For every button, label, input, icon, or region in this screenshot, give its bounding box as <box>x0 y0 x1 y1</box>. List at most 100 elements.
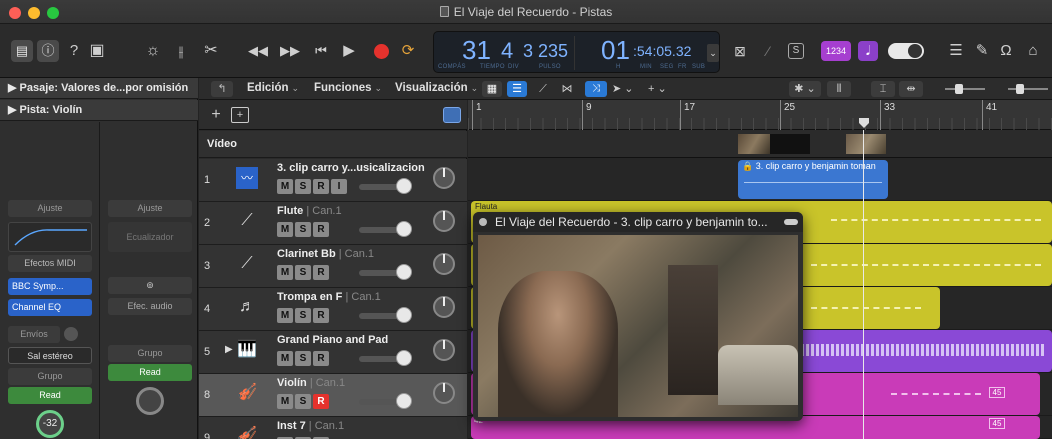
track-button-s[interactable]: S <box>295 265 311 280</box>
track-row[interactable]: 3 ⟋ Clarinet Bb | Can.1 M S R <box>199 245 467 288</box>
track-name[interactable]: Violín | Can.1 <box>277 377 345 389</box>
track-button-m[interactable]: M <box>277 351 293 366</box>
bar-ruler[interactable]: 1 9 17 25 33 41 <box>468 100 1052 130</box>
back-arrow-icon[interactable]: ↰ <box>211 81 233 97</box>
track-button-r[interactable]: R <box>313 222 329 237</box>
track-row[interactable]: 4 ♬ Trompa en F | Can.1 M S R <box>199 288 467 331</box>
metronome-icon[interactable]: 𝅘𝅥 <box>858 41 878 61</box>
channel-eq-slot[interactable]: Channel EQ <box>8 299 92 316</box>
mixer-icon[interactable]: ⫲ <box>170 38 192 64</box>
movie-window-titlebar[interactable]: El Viaje del Recuerdo - 3. clip carro y … <box>473 212 803 232</box>
track-button-s[interactable]: S <box>295 394 311 409</box>
track-button-m[interactable]: M <box>277 222 293 237</box>
list-editors-icon[interactable]: ☰ <box>946 38 966 64</box>
eq-thumbnail[interactable] <box>8 222 92 252</box>
track-button-r[interactable]: R <box>313 308 329 323</box>
pointer-tool-icon[interactable]: ➤ ⌄ <box>612 81 644 97</box>
go-to-start-icon[interactable]: ⏮ <box>310 38 332 64</box>
list-view-icon[interactable]: ☰ <box>507 81 527 97</box>
pan-knob-2[interactable] <box>136 387 164 415</box>
lcd-display[interactable]: 31 4 3 235 COMPÁS TIEMPO DIV PULSO 01 :5… <box>433 31 720 73</box>
pan-knob[interactable] <box>433 296 455 318</box>
track-button-i[interactable]: I <box>331 179 347 194</box>
loop-browser-icon[interactable]: Ω <box>996 38 1016 64</box>
audio-fx-slot[interactable]: Efec. audio <box>108 298 192 315</box>
volume-fader-knob[interactable] <box>396 264 412 280</box>
library-button[interactable]: ▤ <box>11 40 33 62</box>
sends-slot[interactable]: Envíos <box>8 326 60 343</box>
vertical-zoom-slider[interactable] <box>937 81 987 97</box>
functions-menu[interactable]: Funciones ⌄ <box>314 82 382 94</box>
track-name[interactable]: Grand Piano and Pad <box>277 334 388 346</box>
note-pad-icon[interactable]: ✎ <box>972 38 992 64</box>
region-inspector-row[interactable]: ▶ Pasaje: Valores de...por omisión <box>0 78 198 99</box>
replace-icon[interactable]: ⊠ <box>729 38 751 64</box>
fast-forward-icon[interactable]: ▶▶ <box>278 38 302 64</box>
movie-close-button[interactable] <box>479 218 487 226</box>
movie-window[interactable]: El Viaje del Recuerdo - 3. clip carro y … <box>473 212 803 421</box>
track-name[interactable]: Clarinet Bb | Can.1 <box>277 248 374 260</box>
grid-view-icon[interactable]: ▦ <box>482 81 502 97</box>
track-button-m[interactable]: M <box>277 394 293 409</box>
track-button-m[interactable]: M <box>277 265 293 280</box>
volume-fader-knob[interactable] <box>396 393 412 409</box>
playhead[interactable] <box>863 130 864 439</box>
volume-fader-knob[interactable] <box>396 178 412 194</box>
pan-knob[interactable]: -32 <box>36 410 64 438</box>
pan-knob[interactable] <box>433 339 455 361</box>
track-name[interactable]: Trompa en F | Can.1 <box>277 291 381 303</box>
eq-slot-2[interactable]: Ecualizador <box>108 222 192 252</box>
track-name[interactable]: Flute | Can.1 <box>277 205 342 217</box>
midi-fx-slot[interactable]: Efectos MIDI <box>8 255 92 272</box>
automation-icon[interactable]: ⟋ <box>533 81 553 97</box>
inspector-button[interactable]: ⓘ <box>37 40 59 62</box>
volume-fader-knob[interactable] <box>396 307 412 323</box>
group-slot[interactable]: Grupo <box>8 368 92 385</box>
track-row[interactable]: 8 🎻 Violín | Can.1 M S R <box>199 374 467 417</box>
scissors-icon[interactable]: ✂ <box>200 38 222 64</box>
vertical-fit-icon[interactable]: ⌶ <box>871 81 895 97</box>
settings-gear-icon[interactable]: ✱ ⌄ <box>789 81 821 97</box>
track-button-s[interactable]: S <box>295 308 311 323</box>
pan-knob[interactable] <box>433 253 455 275</box>
lcd-mode-chevron-icon[interactable]: ⌄ <box>707 44 719 62</box>
flex-icon[interactable]: ⋈ <box>557 81 577 97</box>
track-inspector-row[interactable]: ▶ Pista: Violín <box>0 100 198 121</box>
horizontal-fit-icon[interactable]: ⇹ <box>899 81 923 97</box>
pencil-tool-icon[interactable]: + ⌄ <box>648 81 680 97</box>
movie-size-pill[interactable] <box>784 219 798 225</box>
tuner-icon[interactable]: ⁄ <box>757 38 779 64</box>
volume-fader-knob[interactable] <box>396 350 412 366</box>
track-button-s[interactable]: S <box>295 351 311 366</box>
solo-button[interactable]: S <box>788 43 804 59</box>
volume-fader-knob[interactable] <box>396 221 412 237</box>
pan-knob[interactable] <box>433 382 455 404</box>
track-button-m[interactable]: M <box>277 308 293 323</box>
track-button-r[interactable]: R <box>313 394 329 409</box>
track-row[interactable]: 9🎻Inst 7 | Can.1MSR <box>199 417 467 439</box>
track-button-r[interactable]: R <box>313 265 329 280</box>
horizontal-zoom-slider[interactable] <box>994 81 1050 97</box>
waveform-zoom-icon[interactable]: ⫴ <box>827 81 851 97</box>
pan-knob[interactable] <box>433 210 455 232</box>
link-icon[interactable]: ⊚ <box>108 277 192 294</box>
cycle-icon[interactable]: ⟳ <box>397 38 419 64</box>
send-knob[interactable] <box>64 327 78 341</box>
automation-mode-2[interactable]: Read <box>108 364 192 381</box>
settings-slot-2[interactable]: Ajuste <box>108 200 192 217</box>
track-name[interactable]: 3. clip carro y...usicalizacion <box>277 162 425 174</box>
add-track-button[interactable]: + <box>207 107 225 123</box>
smart-controls-icon[interactable]: ☼ <box>142 38 164 64</box>
track-row[interactable]: 5 ▶ 🎹 Grand Piano and Pad MSR <box>199 331 467 374</box>
rewind-icon[interactable]: ◀◀ <box>246 38 270 64</box>
audio-region[interactable]: 🔒 3. clip carro y benjamin toman <box>738 160 888 199</box>
track-button-s[interactable]: S <box>295 222 311 237</box>
track-button-r[interactable]: R <box>313 179 329 194</box>
track-button-m[interactable]: M <box>277 179 293 194</box>
group-slot-2[interactable]: Grupo <box>108 345 192 362</box>
settings-slot[interactable]: Ajuste <box>8 200 92 217</box>
global-tracks-button[interactable] <box>443 107 461 123</box>
track-row[interactable]: 1 〰 3. clip carro y...usicalizacion MSRI <box>199 159 467 202</box>
disclosure-triangle-icon[interactable]: ▶ <box>225 344 233 355</box>
pan-knob[interactable] <box>433 167 455 189</box>
